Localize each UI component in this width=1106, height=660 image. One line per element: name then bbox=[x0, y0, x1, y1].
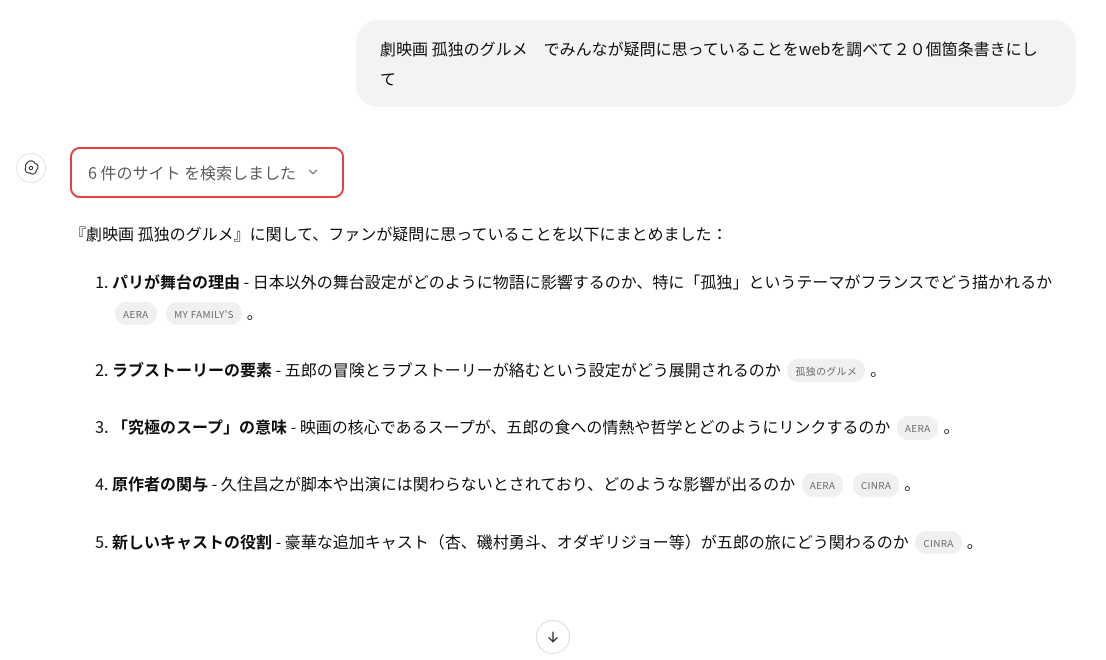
list-item: パリが舞台の理由 - 日本以外の舞台設定がどのように物語に影響するのか、特に「孤… bbox=[112, 266, 1076, 328]
citation-chip[interactable]: CINRA bbox=[853, 473, 899, 497]
item-title: 「究極のスープ」の意味 bbox=[112, 414, 287, 438]
user-message-bubble: 劇映画 孤独のグルメ でみんなが疑問に思っていることをwebを調べて２０個箇条書… bbox=[356, 20, 1076, 107]
item-body: - 映画の核心であるスープが、五郎の食への情熱や哲学とどのようにリンクするのか bbox=[287, 414, 890, 438]
item-body: - 豪華な追加キャスト（杏、磯村勇斗、オダギリジョー等）が五郎の旅にどう関わるの… bbox=[272, 529, 909, 553]
citation-chip[interactable]: AERA bbox=[115, 302, 157, 326]
citation-chip[interactable]: CINRA bbox=[915, 531, 961, 555]
item-period: 。 bbox=[904, 471, 920, 495]
assistant-avatar bbox=[16, 153, 46, 183]
user-message-text: 劇映画 孤独のグルメ でみんなが疑問に思っていることをwebを調べて２０個箇条書… bbox=[380, 36, 1038, 90]
question-list: パリが舞台の理由 - 日本以外の舞台設定がどのように物語に影響するのか、特に「孤… bbox=[70, 266, 1076, 557]
citation-chip[interactable]: MY FAMILY'S bbox=[166, 302, 242, 326]
citation-chip[interactable]: 孤独のグルメ bbox=[787, 359, 865, 383]
list-item: 原作者の関与 - 久住昌之が脚本や出演には関わらないとされており、どのような影響… bbox=[112, 468, 1076, 499]
item-period: 。 bbox=[967, 529, 983, 553]
item-body: - 五郎の冒険とラブストーリーが絡むという設定がどう展開されるのか bbox=[272, 357, 781, 381]
search-status-chip[interactable]: 6 件のサイト を検索しました bbox=[70, 147, 344, 198]
item-title: 新しいキャストの役割 bbox=[112, 529, 272, 553]
list-item: 新しいキャストの役割 - 豪華な追加キャスト（杏、磯村勇斗、オダギリジョー等）が… bbox=[112, 526, 1076, 557]
user-message-row: 劇映画 孤独のグルメ でみんなが疑問に思っていることをwebを調べて２０個箇条書… bbox=[10, 20, 1076, 107]
assistant-intro-text: 『劇映画 孤独のグルメ』に関して、ファンが疑問に思っていることを以下にまとめまし… bbox=[70, 220, 1076, 247]
item-period: 。 bbox=[247, 300, 263, 324]
item-period: 。 bbox=[943, 414, 959, 438]
list-item: 「究極のスープ」の意味 - 映画の核心であるスープが、五郎の食への情熱や哲学とど… bbox=[112, 411, 1076, 442]
item-period: 。 bbox=[870, 357, 886, 381]
item-title: パリが舞台の理由 bbox=[112, 269, 240, 293]
search-status-text: 6 件のサイト を検索しました bbox=[88, 159, 296, 186]
item-title: ラブストーリーの要素 bbox=[112, 357, 272, 381]
arrow-down-icon bbox=[545, 629, 561, 645]
citation-chip[interactable]: AERA bbox=[802, 473, 844, 497]
list-item: ラブストーリーの要素 - 五郎の冒険とラブストーリーが絡むという設定がどう展開さ… bbox=[112, 354, 1076, 385]
item-body: - 日本以外の舞台設定がどのように物語に影響するのか、特に「孤独」というテーマが… bbox=[240, 269, 1052, 293]
chevron-down-icon bbox=[306, 159, 320, 186]
item-title: 原作者の関与 bbox=[112, 471, 208, 495]
openai-logo-icon bbox=[22, 159, 40, 177]
assistant-row: 6 件のサイト を検索しました 『劇映画 孤独のグルメ』に関して、ファンが疑問に… bbox=[10, 147, 1076, 583]
scroll-to-bottom-button[interactable] bbox=[536, 620, 570, 654]
item-body: - 久住昌之が脚本や出演には関わらないとされており、どのような影響が出るのか bbox=[208, 471, 795, 495]
citation-chip[interactable]: AERA bbox=[897, 416, 939, 440]
